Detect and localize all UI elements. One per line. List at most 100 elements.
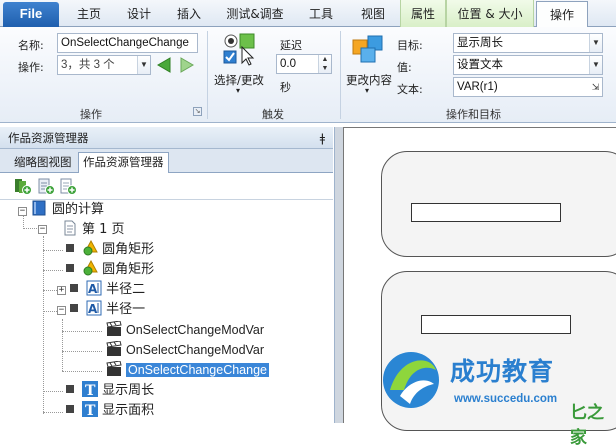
chevron-down-icon[interactable]: ▾: [236, 86, 240, 95]
text-entry-icon: A: [86, 280, 102, 296]
tree-node-page[interactable]: 第 1 页: [62, 220, 125, 240]
delay-value: 0.0: [280, 58, 296, 70]
tree-node-label: OnSelectChangeChange: [126, 363, 269, 377]
chevron-down-icon[interactable]: ▼: [589, 34, 602, 52]
tab-view[interactable]: 视图: [350, 0, 396, 27]
text-icon: T: [82, 381, 99, 397]
delay-label: 延迟: [280, 39, 302, 52]
value-select-value: 设置文本: [457, 59, 503, 71]
delay-spinner[interactable]: 0.0 ▲ ▼: [276, 54, 332, 74]
tree-node-label: 圆角矩形: [102, 242, 155, 257]
collapse-toggle[interactable]: −: [38, 225, 47, 234]
corner-watermark: 匕之家: [570, 403, 604, 448]
pane-tabs: 缩略图视图 作品资源管理器: [0, 149, 333, 173]
tree-node-label: 显示面积: [102, 403, 155, 418]
add-page-icon[interactable]: [59, 178, 77, 195]
add-section-icon[interactable]: [37, 178, 55, 195]
target-select-value: 显示周长: [457, 37, 503, 49]
delay-unit: 秒: [280, 81, 291, 94]
page-icon: [64, 220, 76, 236]
target-select[interactable]: 显示周长 ▼: [453, 33, 603, 53]
svg-text:T: T: [85, 403, 96, 417]
tab-properties[interactable]: 属性: [400, 0, 446, 27]
previous-action-icon[interactable]: [155, 56, 173, 74]
chevron-down-icon[interactable]: ▼: [589, 56, 602, 74]
tree-node-label: 半径二: [106, 282, 146, 297]
bullet-icon: [66, 405, 74, 413]
tree-node-label: 半径一: [106, 302, 146, 317]
book-icon: [32, 200, 46, 216]
pin-icon[interactable]: ǂ: [320, 127, 325, 149]
tree-node-text[interactable]: T 显示面积: [66, 401, 154, 421]
tab-project-explorer[interactable]: 作品资源管理器: [78, 152, 169, 173]
bullet-icon: [66, 244, 74, 252]
text-icon: T: [82, 401, 99, 417]
group-label-actions: 操作: [80, 108, 102, 121]
project-tree: − 圆的计算 − 第 1 页 圆角矩形 圆角矩形 + A 半径二 − A 半径一 O…: [0, 199, 333, 423]
tree-node-label: OnSelectChangeModVar: [126, 343, 265, 357]
pane-title: 作品资源管理器: [8, 131, 89, 145]
tree-node-label: 圆角矩形: [102, 262, 155, 277]
tab-tools[interactable]: 工具: [298, 0, 344, 27]
tree-node-label: 圆的计算: [52, 202, 105, 217]
select-change-trigger-icon[interactable]: [222, 31, 258, 67]
tree-node-label: 第 1 页: [82, 222, 125, 237]
tree-node-action[interactable]: OnSelectChangeModVar: [106, 320, 264, 340]
tree-node-action-selected[interactable]: OnSelectChangeChange: [106, 360, 269, 380]
tree-node-shape[interactable]: 圆角矩形: [66, 260, 154, 280]
operation-select[interactable]: 3，共 3 个 ▼: [57, 55, 151, 75]
group-separator: [340, 31, 341, 119]
chevron-down-icon[interactable]: ▼: [137, 56, 150, 74]
brand-logo-icon: [383, 352, 439, 408]
group-label-action-target: 操作和目标: [446, 108, 501, 121]
tab-test-survey[interactable]: 测试&调查: [218, 0, 292, 27]
tree-node-textbox[interactable]: A 半径二: [70, 280, 145, 300]
tree-node-text[interactable]: T 显示周长: [66, 381, 154, 401]
svg-text:A: A: [88, 282, 98, 296]
text-field-value: VAR(r1): [457, 81, 498, 93]
radius-one-input[interactable]: [421, 315, 571, 334]
collapse-toggle[interactable]: −: [57, 306, 66, 315]
tree-node-root[interactable]: 圆的计算: [30, 200, 104, 220]
brand-url: www.succedu.com: [454, 393, 558, 405]
operation-label: 操作:: [18, 61, 44, 74]
bullet-icon: [70, 304, 78, 312]
value-select[interactable]: 设置文本 ▼: [453, 55, 603, 75]
chevron-down-icon[interactable]: ▾: [365, 86, 369, 95]
change-content-icon[interactable]: [351, 34, 385, 66]
collapse-toggle[interactable]: −: [18, 207, 27, 216]
clapperboard-icon: [106, 321, 122, 336]
text-field[interactable]: VAR(r1) ⇲: [453, 77, 603, 97]
ribbon: 名称: OnSelectChangeChange 操作: 3，共 3 个 ▼ 操…: [0, 27, 616, 123]
tab-actions[interactable]: 操作: [536, 1, 588, 28]
expand-toggle[interactable]: +: [57, 286, 66, 295]
menu-bar: File 主页 设计 插入 测试&调查 工具 视图 属性 位置 & 大小 操作: [0, 0, 616, 28]
tree-node-label: OnSelectChangeModVar: [126, 323, 265, 337]
file-tab[interactable]: File: [3, 2, 59, 27]
dialog-launcher-icon[interactable]: ↘: [193, 107, 202, 116]
tree-node-textbox[interactable]: A 半径一: [70, 300, 145, 320]
next-action-icon[interactable]: [178, 56, 196, 74]
tab-thumbnail-view[interactable]: 缩略图视图: [10, 153, 76, 173]
tab-insert[interactable]: 插入: [166, 0, 212, 27]
name-field[interactable]: OnSelectChangeChange: [57, 33, 198, 53]
radius-two-input[interactable]: [411, 203, 561, 222]
svg-text:T: T: [85, 383, 96, 397]
spin-arrows-icon[interactable]: ▲ ▼: [318, 55, 331, 73]
add-chapter-icon[interactable]: [14, 178, 32, 195]
tab-position-size[interactable]: 位置 & 大小: [446, 0, 534, 27]
name-label: 名称:: [18, 39, 44, 52]
group-separator: [207, 31, 208, 119]
pane-toolbar: [0, 173, 333, 199]
tab-design[interactable]: 设计: [116, 0, 162, 27]
group-label-trigger: 触发: [262, 108, 284, 121]
shape-icon: [83, 260, 98, 276]
bullet-icon: [70, 284, 78, 292]
tree-node-shape[interactable]: 圆角矩形: [66, 240, 154, 260]
tree-node-label: 显示周长: [102, 383, 155, 398]
operation-select-value: 3，共 3 个: [61, 59, 115, 71]
bullet-icon: [66, 264, 74, 272]
tree-node-action[interactable]: OnSelectChangeModVar: [106, 340, 264, 360]
tab-home[interactable]: 主页: [66, 0, 112, 27]
expand-icon[interactable]: ⇲: [589, 78, 602, 96]
